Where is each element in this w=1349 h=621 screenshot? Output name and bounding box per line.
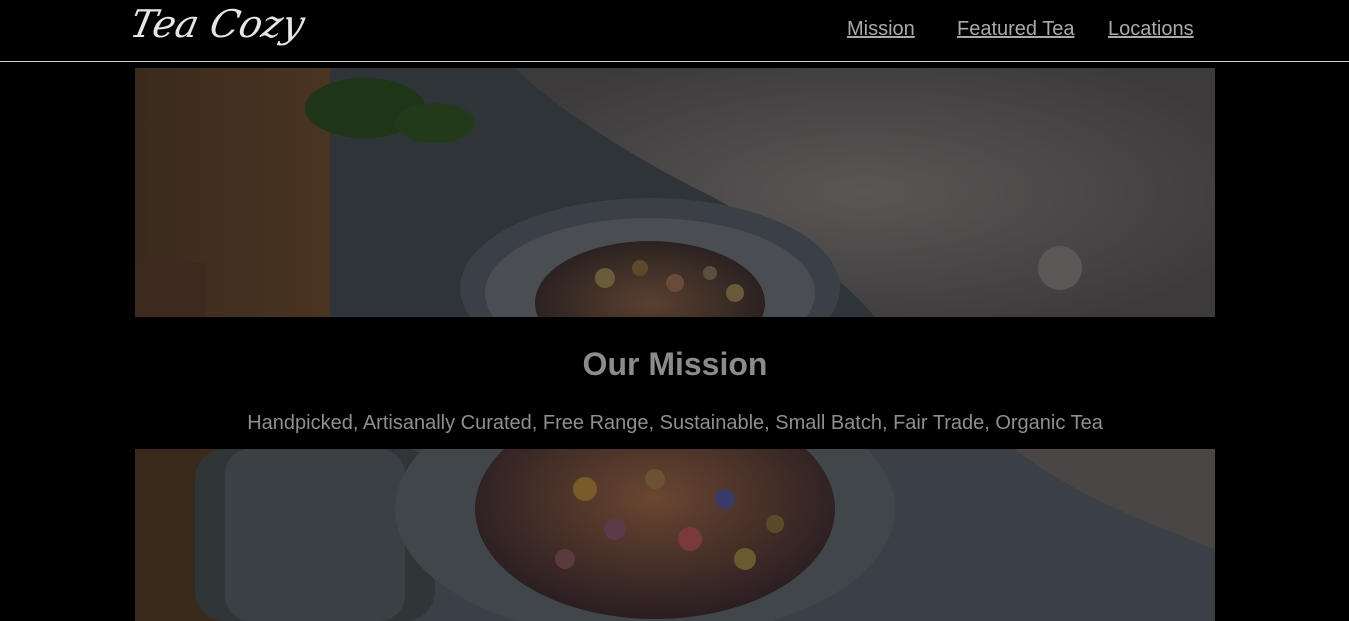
site-header: Tea Cozy Mission Featured Tea Locations — [0, 0, 1349, 62]
hero-image-bottom — [135, 449, 1215, 621]
mission-title: Our Mission — [582, 346, 768, 382]
nav-link-featured-tea[interactable]: Featured Tea — [957, 18, 1075, 41]
nav-link-mission[interactable]: Mission — [847, 18, 915, 41]
mission-section: Our Mission Handpicked, Artisanally Cura… — [135, 317, 1215, 449]
mission-tagline: Handpicked, Artisanally Curated, Free Ra… — [247, 412, 1103, 434]
main-nav: Mission Featured Tea Locations — [0, 18, 1349, 44]
hero-image-top — [135, 68, 1215, 317]
nav-link-locations[interactable]: Locations — [1108, 18, 1194, 41]
